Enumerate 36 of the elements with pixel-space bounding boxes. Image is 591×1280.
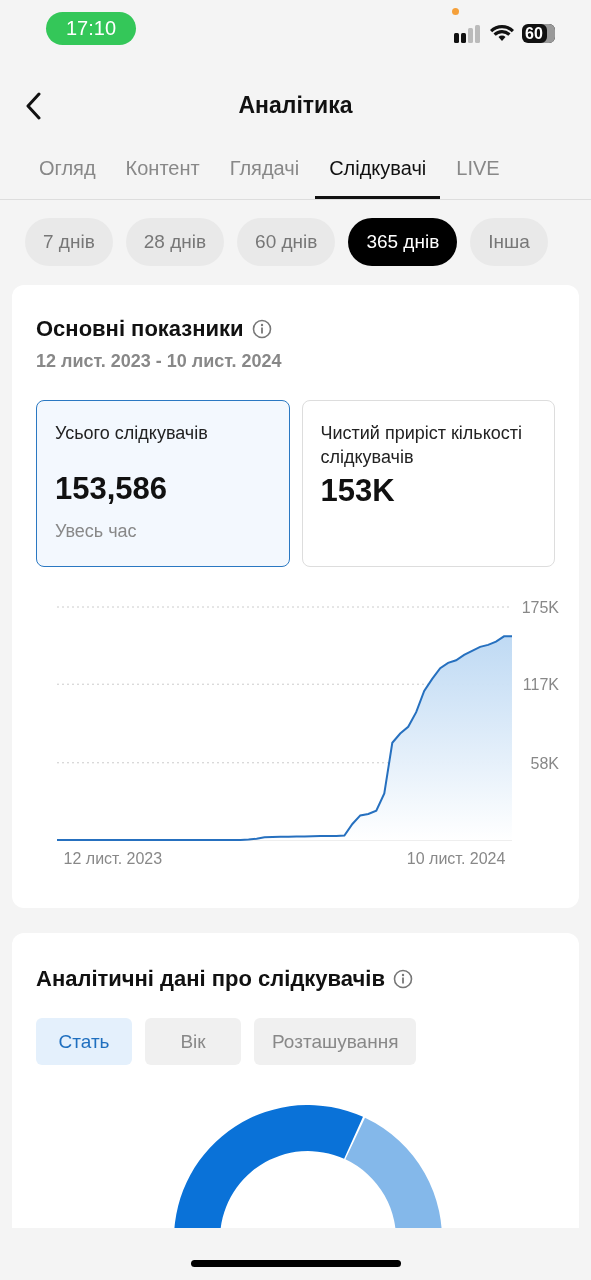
card-title: Основні показники xyxy=(36,316,244,342)
card-title: Аналітичні дані про слідкувачів xyxy=(36,966,385,992)
axis-label: 12 лист. 2023 xyxy=(63,850,163,867)
tab[interactable]: Огляд xyxy=(25,140,110,199)
segment-tab[interactable]: Вік xyxy=(145,1018,241,1065)
period-chip[interactable]: 365 днів xyxy=(348,218,458,266)
period-chip[interactable]: 60 днів xyxy=(237,218,336,266)
axis-label: 58K xyxy=(530,754,559,772)
battery-level: 60 xyxy=(522,23,555,43)
segment-tab[interactable]: Розташування xyxy=(254,1018,417,1065)
tab[interactable]: LIVE xyxy=(442,140,514,199)
metric-label: Усього слідкувачів xyxy=(55,422,209,445)
tab[interactable]: Глядачі xyxy=(215,140,314,199)
privacy-dot xyxy=(452,8,459,15)
axis-label: 10 лист. 2024 xyxy=(406,850,506,867)
segment-tab[interactable]: Стать xyxy=(36,1018,132,1065)
metric-label: Чистий приріст кількості слідкувачів xyxy=(320,422,524,469)
info-icon[interactable] xyxy=(251,319,272,339)
metric-value: 153K xyxy=(320,473,396,509)
tab[interactable]: Слідкувачі xyxy=(315,140,441,199)
axis-label: 175K xyxy=(521,599,559,616)
period-chip[interactable]: 28 днів xyxy=(125,218,225,266)
metric-card[interactable]: Усього слідкувачів 153,586 Увесь час xyxy=(36,400,290,567)
metric-card[interactable]: Чистий приріст кількості слідкувачів 153K xyxy=(301,400,555,567)
metric-note: Увесь час xyxy=(55,521,138,542)
date-range: 12 лист. 2023 - 10 лист. 2024 xyxy=(36,351,283,372)
info-icon[interactable] xyxy=(392,969,413,989)
metric-value: 153,586 xyxy=(55,471,169,507)
page-title: Аналітика xyxy=(238,91,353,119)
axis-label: 117K xyxy=(522,676,559,694)
period-chip[interactable]: 7 днів xyxy=(25,218,113,266)
period-chip[interactable]: Інша xyxy=(470,218,548,266)
signal-icon xyxy=(454,23,482,43)
status-time: 17:10 xyxy=(46,12,136,45)
tab[interactable]: Контент xyxy=(111,140,214,199)
wifi-icon xyxy=(490,24,514,42)
